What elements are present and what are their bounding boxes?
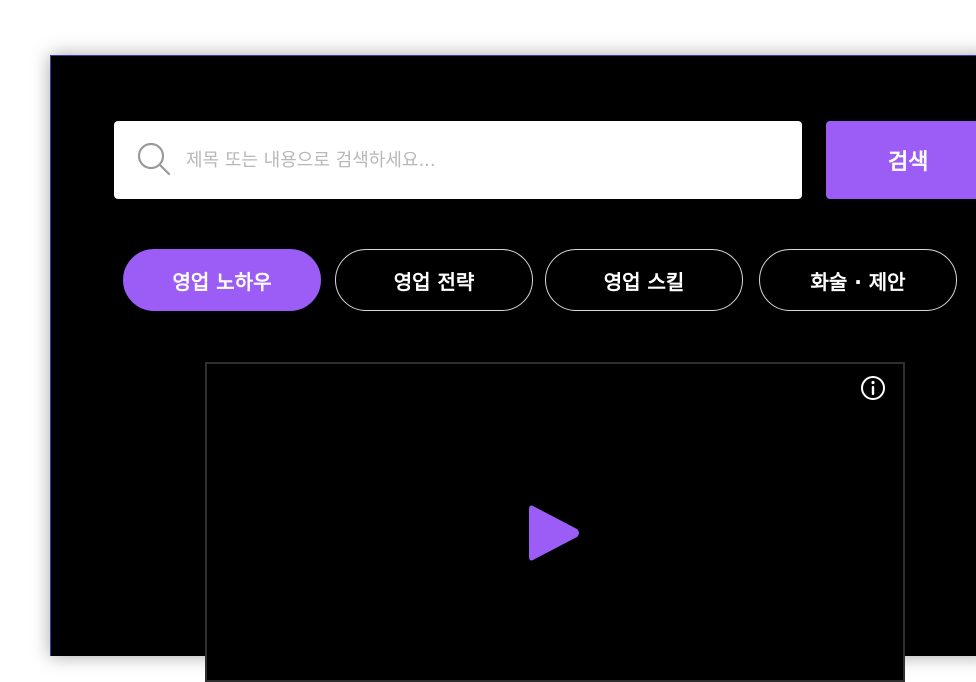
search-icon [137, 142, 171, 176]
search-input[interactable] [186, 121, 786, 199]
tab-speech-proposal[interactable]: 화술 · 제안 [759, 249, 957, 311]
info-icon[interactable] [859, 374, 887, 402]
search-bar [114, 121, 802, 199]
tab-sales-knowhow[interactable]: 영업 노하우 [123, 249, 321, 311]
play-icon[interactable] [527, 502, 581, 564]
tab-sales-skill[interactable]: 영업 스킬 [545, 249, 743, 311]
tab-sales-strategy[interactable]: 영업 전략 [335, 249, 533, 311]
content-panel: 검색 영업 노하우 영업 전략 영업 스킬 화술 · 제안 [50, 55, 976, 682]
search-button[interactable]: 검색 [826, 121, 976, 199]
video-player[interactable] [205, 362, 905, 682]
